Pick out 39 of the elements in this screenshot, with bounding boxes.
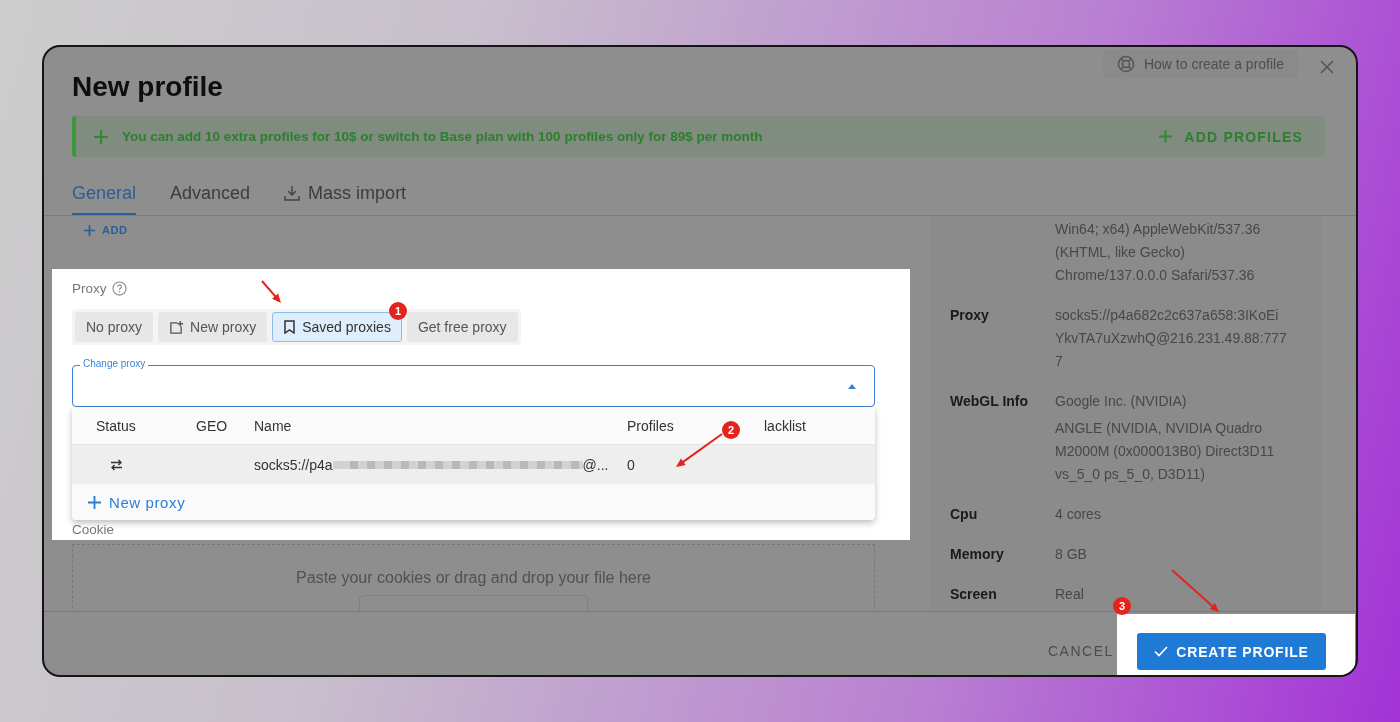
summary-value: 8 GB (1055, 545, 1087, 564)
banner-text: You can add 10 extra profiles for 10$ or switch to Base plan with 100 profiles only for 89$ per month (122, 129, 763, 144)
profiles-count: 0 (627, 456, 636, 473)
summary-value: Real (1055, 585, 1084, 604)
proxy-mode-button[interactable]: No proxy (75, 312, 154, 342)
help-button[interactable]: How to create a profile (1102, 50, 1298, 78)
proxy-mode-button[interactable]: Get free proxy (406, 312, 518, 342)
proxy-label: Proxy (72, 280, 107, 296)
tab[interactable]: Mass import (284, 173, 407, 215)
column-header: GEO (196, 417, 228, 434)
summary-value: Google Inc. (NVIDIA) (1055, 392, 1187, 411)
proxy-name: socks5://p4a (254, 456, 333, 473)
summary-label: Screen (950, 585, 998, 604)
column-header: Name (254, 417, 292, 434)
proxy-name-end: @... (582, 456, 609, 473)
column-header: Status (96, 417, 136, 434)
summary-value: 4 cores (1055, 505, 1101, 524)
summary-value: Win64; x64) AppleWebKit/537.36 (KHTML, like Gecko) Chrome/137.0.0.0 Safari/537.36 (1055, 220, 1261, 285)
proxy-row[interactable]: socks5://p4a @... 0 (72, 445, 875, 484)
tab[interactable]: Advanced (170, 173, 251, 215)
summary-value: socks5://p4a682c2c637a658:3IKoEi YkvTA7uXzwhQ@216.231.49.88:777 7 (1055, 306, 1287, 371)
create-profile-button[interactable]: CREATE PROFILE (1137, 633, 1326, 670)
proxy-mode-button[interactable]: New proxy (158, 312, 268, 342)
cookie-dropzone[interactable]: Paste your cookies or drag and drop your file here (72, 544, 875, 611)
dropzone-hint: Paste your cookies or drag and drop your file here (296, 569, 651, 587)
tab[interactable]: General (72, 173, 137, 215)
summary-label: Cpu (950, 505, 979, 524)
summary-label: WebGL Info (950, 392, 1030, 411)
summary-label: Memory (950, 545, 1005, 564)
dialog-title: New profile (72, 70, 223, 104)
column-header: lacklist (764, 417, 806, 434)
new-proxy-button[interactable]: New proxy (72, 484, 192, 520)
column-header: Profiles (627, 417, 674, 434)
cookie-label: Cookie (72, 522, 115, 537)
summary-value: ANGLE (NVIDIA, NVIDIA Quadro M2000M (0x000013B0) Direct3D11 vs_5_0 ps_5_0, D3D11) (1055, 419, 1275, 484)
summary-label: Proxy (950, 306, 990, 325)
add-link[interactable]: ADD (72, 224, 128, 236)
field-label: Change proxy (80, 358, 149, 370)
cancel-button[interactable]: CANCEL (1048, 642, 1114, 659)
